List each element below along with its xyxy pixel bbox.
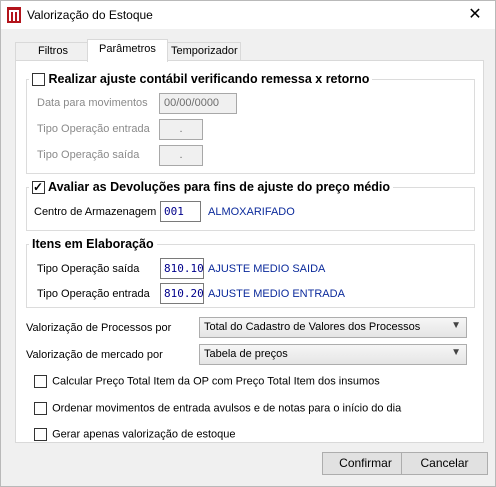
parametros-panel: Realizar ajuste contábil verificando rem… [15, 60, 484, 443]
title-bar: Valorização do Estoque ✕ [1, 1, 495, 29]
tab-label: Filtros [38, 45, 68, 57]
cancel-button[interactable]: Cancelar [401, 452, 488, 475]
option-ordenar-movimentos[interactable]: Ordenar movimentos de entrada avulsos e … [34, 402, 401, 415]
option-checkbox[interactable] [34, 375, 47, 388]
option-label: Calcular Preço Total Item da OP com Preç… [52, 375, 380, 388]
processos-label: Valorização de Processos por [26, 322, 172, 334]
itens-elaboracao-title: Itens em Elaboração [29, 237, 157, 251]
close-icon[interactable]: ✕ [465, 5, 485, 25]
itens-saida-label: Tipo Operação saída [37, 263, 140, 275]
window-title: Valorização do Estoque [27, 8, 153, 22]
tab-label: Temporizador [171, 45, 238, 57]
itens-saida-desc: AJUSTE MEDIO SAIDA [208, 263, 326, 275]
tab-parametros[interactable]: Parâmetros [87, 39, 168, 62]
processos-select[interactable]: Total do Cadastro de Valores dos Process… [199, 317, 467, 338]
data-movimentos-field[interactable]: 00/00/0000 [159, 93, 237, 114]
option-label: Ordenar movimentos de entrada avulsos e … [52, 402, 402, 415]
itens-saida-field[interactable]: 810.10 [160, 258, 204, 279]
mercado-label: Valorização de mercado por [26, 349, 163, 361]
dialog-window: Valorização do Estoque ✕ Filtros Parâmet… [0, 0, 496, 487]
itens-entrada-field[interactable]: 810.20 [160, 283, 204, 304]
tipo-operacao-entrada-field[interactable]: . [159, 119, 203, 140]
ajuste-contabil-header: Realizar ajuste contábil verificando rem… [29, 72, 373, 87]
confirm-button[interactable]: Confirmar [322, 452, 409, 475]
ajuste-contabil-title: Realizar ajuste contábil verificando rem… [48, 72, 370, 86]
tipo-operacao-saida-field[interactable]: . [159, 145, 203, 166]
devolucoes-header: ✓ Avaliar as Devoluções para fins de aju… [29, 180, 394, 195]
centro-armazenagem-field[interactable]: 001 [160, 201, 201, 222]
chevron-down-icon: ▼ [451, 347, 461, 358]
ajuste-contabil-group: Realizar ajuste contábil verificando rem… [26, 72, 475, 174]
devolucoes-title: Avaliar as Devoluções para fins de ajust… [48, 180, 391, 194]
option-calcular-preco[interactable]: Calcular Preço Total Item da OP com Preç… [34, 375, 380, 388]
option-checkbox[interactable] [34, 428, 47, 441]
itens-entrada-desc: AJUSTE MEDIO ENTRADA [208, 288, 345, 300]
devolucoes-checkbox[interactable]: ✓ [32, 180, 45, 195]
mercado-select[interactable]: Tabela de preços ▼ [199, 344, 467, 365]
tipo-operacao-saida-label: Tipo Operação saída [37, 149, 140, 161]
checkmark-icon: ✓ [33, 180, 44, 195]
tab-temporizador[interactable]: Temporizador [167, 42, 241, 61]
tab-label: Parâmetros [99, 43, 156, 55]
centro-armazenagem-label: Centro de Armazenagem [34, 206, 157, 218]
mercado-value: Tabela de preços [204, 348, 288, 360]
devolucoes-group: ✓ Avaliar as Devoluções para fins de aju… [26, 180, 475, 231]
option-gerar-valorizacao[interactable]: Gerar apenas valorização de estoque [34, 428, 236, 441]
chevron-down-icon: ▼ [451, 320, 461, 331]
itens-entrada-label: Tipo Operação entrada [37, 288, 150, 300]
option-label: Gerar apenas valorização de estoque [52, 428, 236, 441]
tipo-operacao-entrada-label: Tipo Operação entrada [37, 123, 150, 135]
itens-elaboracao-group: Itens em Elaboração Tipo Operação saída … [26, 237, 475, 308]
centro-armazenagem-desc: ALMOXARIFADO [208, 206, 295, 218]
option-checkbox[interactable] [34, 402, 47, 415]
tab-filtros[interactable]: Filtros [15, 42, 88, 61]
app-logo-icon [7, 7, 21, 23]
ajuste-contabil-checkbox[interactable] [32, 73, 45, 87]
data-movimentos-label: Data para movimentos [37, 97, 148, 109]
processos-value: Total do Cadastro de Valores dos Process… [204, 321, 421, 333]
